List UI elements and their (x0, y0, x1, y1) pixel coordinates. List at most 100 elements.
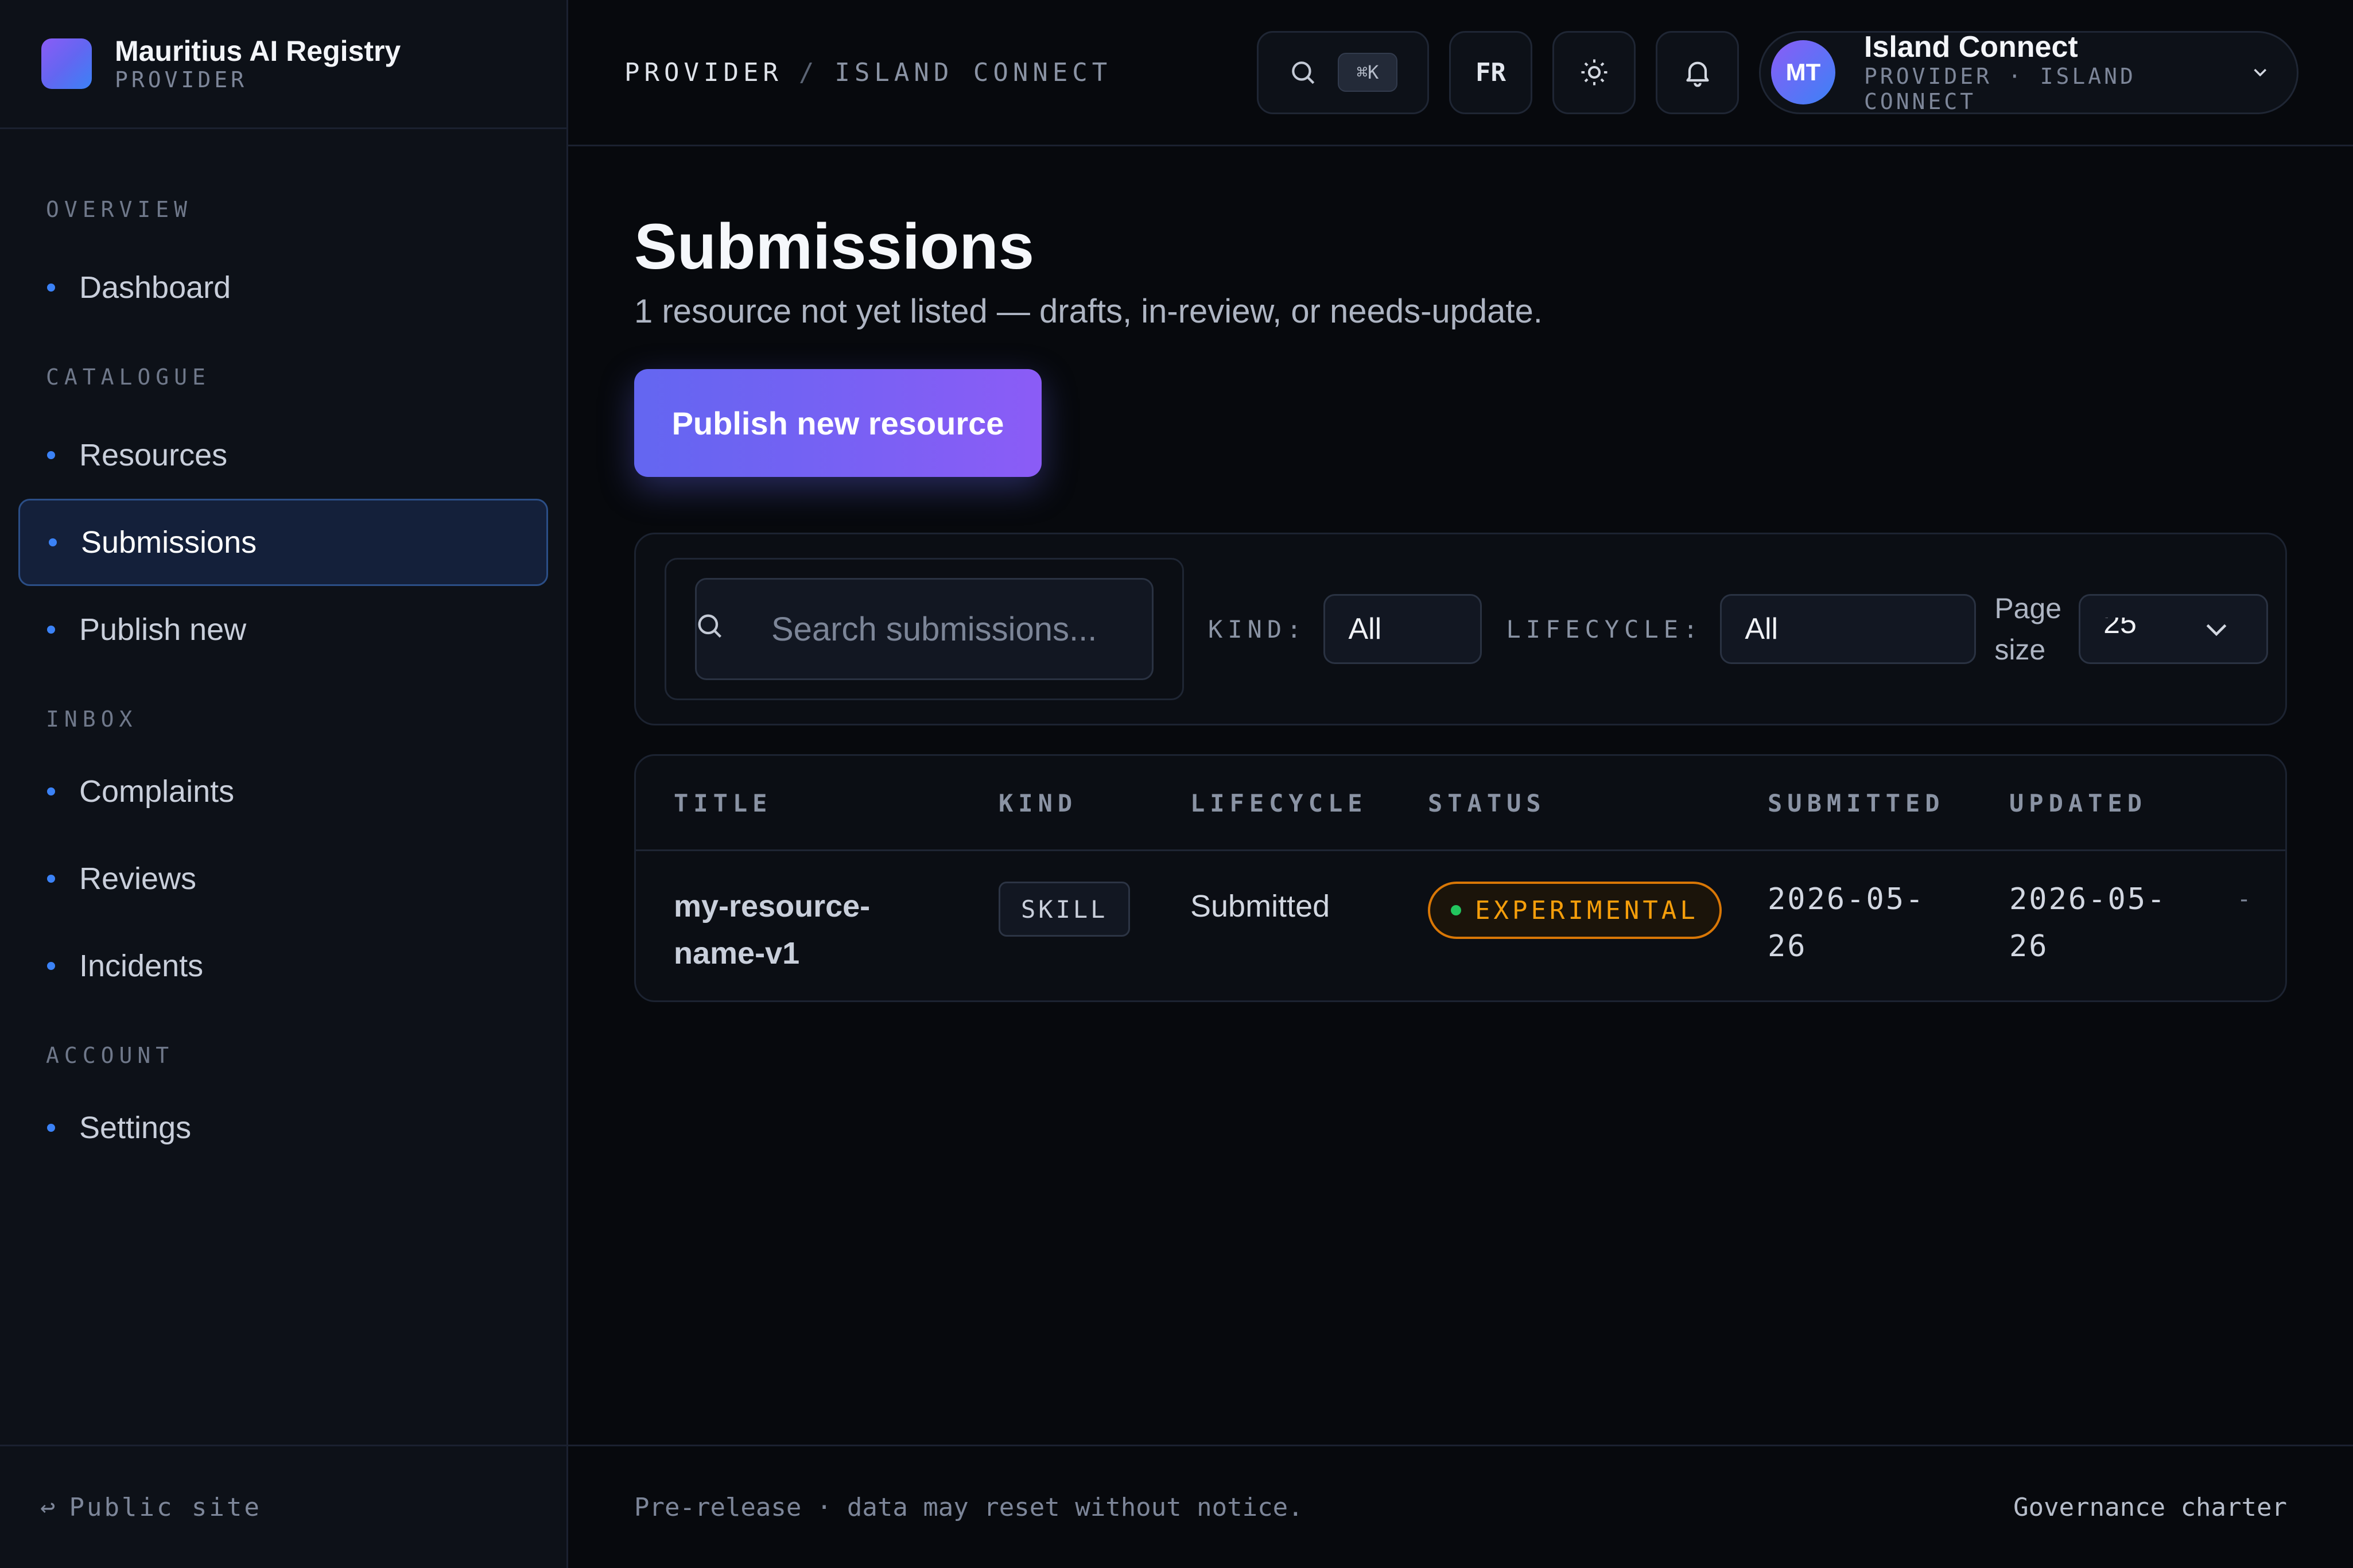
sidebar-item-dashboard[interactable]: Dashboard (18, 244, 548, 331)
search-wrapper (665, 558, 1184, 700)
avatar: MT (1771, 40, 1835, 104)
bullet-icon (47, 962, 55, 970)
page-footer: Pre-release · data may reset without not… (568, 1445, 2353, 1568)
kind-filter-select[interactable]: All (1323, 594, 1482, 664)
search-box[interactable] (695, 578, 1154, 680)
sidebar-item-reviews[interactable]: Reviews (18, 835, 548, 922)
footer-notice: Pre-release · data may reset without not… (634, 1492, 1303, 1522)
bullet-icon (49, 538, 57, 546)
submitted-line2: 26 (1768, 929, 1807, 964)
updated-line1: 2026-05- (2009, 882, 2167, 917)
return-arrow-icon: ↩ (40, 1492, 58, 1522)
table-header: TITLE KIND LIFECYCLE STATUS SUBMITTED UP… (636, 756, 2285, 851)
submissions-table: TITLE KIND LIFECYCLE STATUS SUBMITTED UP… (634, 754, 2287, 1002)
sidebar-item-submissions[interactable]: Submissions (18, 499, 548, 586)
sidebar-item-complaints[interactable]: Complaints (18, 748, 548, 835)
sidebar-item-label: Reviews (79, 861, 197, 896)
status-dot-icon (1451, 905, 1461, 915)
bullet-icon (47, 875, 55, 883)
public-site-label: Public site (69, 1492, 262, 1522)
brand-subtitle: PROVIDER (115, 67, 248, 92)
sidebar-item-label: Submissions (81, 525, 257, 560)
row-submitted-date: 2026-05- 26 (1768, 876, 1925, 970)
bullet-icon (47, 1124, 55, 1132)
column-header-kind[interactable]: KIND (999, 756, 1077, 851)
filter-panel: KIND: All LIFECYCLE: All Page size 25 (634, 533, 2287, 725)
sidebar: Mauritius AI Registry PROVIDER OVERVIEW … (0, 0, 568, 1568)
page-title: Submissions (634, 211, 1035, 282)
column-header-submitted[interactable]: SUBMITTED (1768, 756, 1945, 851)
row-extra: - (2237, 886, 2251, 913)
breadcrumb: PROVIDER / ISLAND CONNECT (624, 58, 1237, 87)
bell-icon (1686, 61, 1709, 87)
nav-section-inbox: INBOX (46, 707, 138, 732)
lifecycle-filter-label: LIFECYCLE: (1506, 615, 1703, 643)
breadcrumb-separator: / (798, 57, 819, 87)
chevron-down-icon (2253, 68, 2266, 77)
bullet-icon (47, 787, 55, 795)
user-menu-button[interactable]: MT Island Connect PROVIDER · ISLAND CONN… (1759, 30, 2298, 114)
notifications-button[interactable] (1656, 30, 1739, 114)
public-site-link[interactable]: ↩ Public site (0, 1445, 566, 1568)
row-title-link[interactable]: my-resource- name-v1 (674, 883, 915, 977)
bullet-icon (47, 626, 55, 634)
bullet-icon (47, 284, 55, 292)
brand-title: Mauritius AI Registry (115, 35, 401, 67)
sidebar-nav: OVERVIEW Dashboard CATALOGUE Resources S… (0, 129, 566, 1171)
user-name: Island Connect (1864, 30, 2078, 64)
row-title-line1: my-resource- (674, 889, 871, 923)
nav-section-overview: OVERVIEW (46, 197, 193, 222)
page-size-value: 25 (2103, 618, 2137, 640)
governance-charter-link[interactable]: Governance charter (2013, 1493, 2287, 1522)
kind-filter-value: All (1348, 612, 1382, 646)
bullet-icon (47, 451, 55, 459)
sidebar-item-label: Dashboard (79, 270, 231, 305)
kind-badge: SKILL (999, 882, 1131, 937)
user-role: PROVIDER · ISLAND CONNECT (1864, 64, 2136, 114)
sidebar-item-label: Resources (79, 438, 228, 472)
brand[interactable]: Mauritius AI Registry PROVIDER (0, 0, 566, 129)
language-toggle-button[interactable]: FR (1449, 30, 1532, 114)
brand-logo-icon (41, 38, 92, 89)
row-lifecycle: Submitted (1190, 889, 1330, 923)
row-title-line2: name-v1 (674, 936, 800, 971)
search-input[interactable] (697, 580, 1152, 678)
sidebar-item-label: Publish new (79, 612, 247, 647)
publish-new-resource-button[interactable]: Publish new resource (634, 369, 1042, 477)
submitted-line1: 2026-05- (1768, 882, 1925, 917)
theme-toggle-button[interactable] (1552, 30, 1636, 114)
page-size-label: Page size (1994, 588, 2061, 670)
table-row[interactable]: my-resource- name-v1 SKILL Submitted EXP… (636, 853, 2285, 1000)
sidebar-item-settings[interactable]: Settings (18, 1084, 548, 1171)
breadcrumb-provider[interactable]: PROVIDER (624, 58, 783, 87)
search-icon (698, 614, 722, 638)
page-size-select[interactable]: 25 (2079, 594, 2269, 664)
status-label: EXPERIMENTAL (1475, 895, 1699, 925)
sidebar-item-incidents[interactable]: Incidents (18, 922, 548, 1010)
main-content: Submissions 1 resource not yet listed — … (634, 146, 2287, 1002)
page-subtitle: 1 resource not yet listed — drafts, in-r… (634, 293, 1543, 330)
sidebar-item-label: Incidents (79, 949, 204, 983)
column-header-title[interactable]: TITLE (674, 756, 772, 851)
shortcut-badge: ⌘K (1338, 53, 1397, 92)
sidebar-item-resources[interactable]: Resources (18, 412, 548, 499)
sidebar-item-label: Complaints (79, 774, 235, 809)
command-search-button[interactable]: ⌘K (1257, 30, 1429, 114)
page-size-label-line1: Page (1994, 592, 2062, 624)
nav-section-account: ACCOUNT (46, 1043, 174, 1068)
column-header-status[interactable]: STATUS (1428, 756, 1546, 851)
sidebar-item-publish-new[interactable]: Publish new (18, 586, 548, 673)
lifecycle-filter-select[interactable]: All (1720, 594, 1977, 664)
search-icon (1292, 61, 1315, 84)
kind-filter-label: KIND: (1208, 615, 1307, 643)
sun-icon (1581, 59, 1607, 86)
column-header-lifecycle[interactable]: LIFECYCLE (1190, 756, 1368, 851)
sidebar-item-label: Settings (79, 1111, 192, 1145)
chevron-down-icon (2206, 624, 2227, 636)
status-badge: EXPERIMENTAL (1428, 882, 1722, 939)
row-updated-date: 2026-05- 26 (2009, 876, 2166, 970)
lifecycle-filter-value: All (1745, 612, 1779, 646)
topbar: PROVIDER / ISLAND CONNECT ⌘K FR MT Islan… (568, 0, 2353, 146)
page-size-label-line2: size (1994, 634, 2046, 666)
column-header-updated[interactable]: UPDATED (2009, 756, 2147, 851)
